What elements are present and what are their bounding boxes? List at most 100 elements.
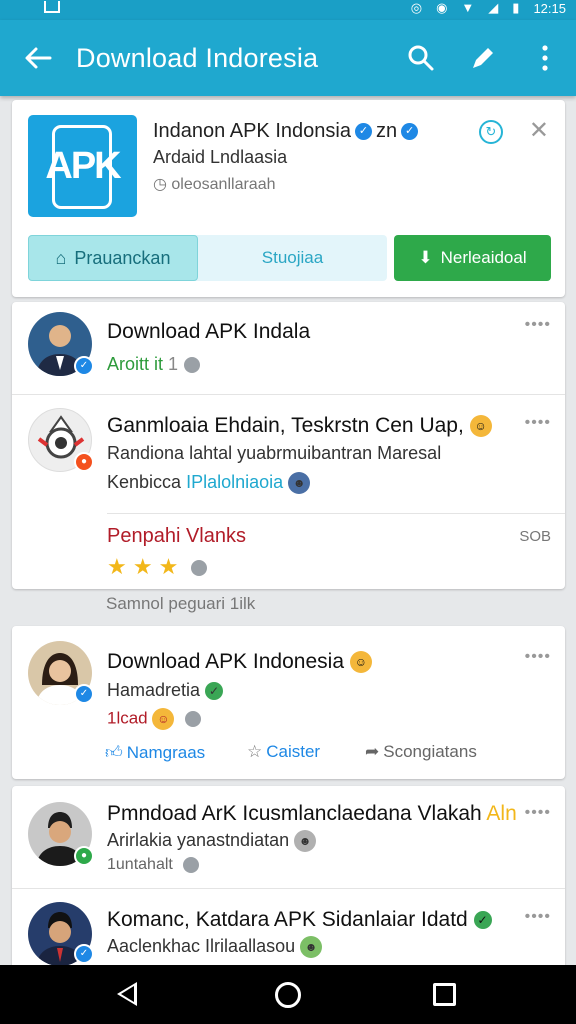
close-icon[interactable]: ✕	[529, 116, 549, 145]
search-icon[interactable]	[390, 20, 452, 96]
share-icon[interactable]: ↻	[479, 120, 503, 144]
back-arrow-icon[interactable]	[0, 20, 76, 96]
post-title[interactable]: Download APK Indala	[107, 320, 310, 344]
smile-emoji-icon: ☺	[349, 651, 372, 674]
battery-icon: ▮	[512, 0, 520, 15]
post-count: 1lcad ☺	[107, 708, 202, 730]
post-meta-text: Aroitt it	[107, 354, 164, 374]
post-highlight[interactable]: Penpahi Vlanks	[107, 525, 246, 548]
rating-stars: ★ ★ ★	[107, 554, 207, 580]
verified-icon: ✓	[354, 123, 372, 140]
globe-icon	[185, 711, 202, 727]
divider	[12, 394, 565, 395]
post-text-line: Aaclenkhac Ilrilaallasou	[107, 936, 296, 956]
post-text: Kenbicca IPlalolniaoia ☻	[107, 472, 311, 495]
bell-icon: ⌂	[55, 247, 67, 268]
post-title-text: Pmndoad ArK Icusmlanclaedana Vlakah	[107, 802, 482, 825]
more-icon[interactable]: ••••	[525, 908, 551, 926]
more-icon[interactable]: ••••	[525, 804, 551, 822]
badge-icon: ●	[74, 452, 94, 472]
post-text-line: Arirlakia yanastndiatan	[107, 830, 290, 850]
post-title[interactable]: Download APK Indonesia ☺	[107, 650, 372, 674]
notification-icon	[44, 1, 60, 13]
leaf-icon: ✓	[473, 911, 492, 930]
smile-emoji-icon: ☺	[469, 415, 492, 438]
thumbs-up-icon: 👍︎	[105, 743, 123, 762]
app-info-card: APK Indanon APK Indonsia ✓ zn ✓ Ardaid L…	[12, 100, 565, 297]
app-meta-text: oleosanllaraah	[171, 176, 276, 193]
post-title[interactable]: Ganmloaia Ehdain, Teskrstn Cen Uap, ☺	[107, 414, 492, 438]
tab-bar: ⌂ Prauanckan Stuojiaa	[28, 235, 387, 281]
apk-logo-icon: APK	[28, 115, 137, 217]
edit-icon[interactable]	[452, 20, 514, 96]
share-button[interactable]: ➦ Scongiatans	[365, 742, 477, 762]
vibrate-icon: ◎	[410, 0, 423, 15]
status-time: 12:15	[533, 0, 566, 16]
verified-icon: ✓	[401, 123, 419, 140]
post-title-text: Komanc, Katdara APK Sidanlaiar Idatd	[107, 908, 468, 931]
nav-home-icon[interactable]	[275, 982, 301, 1008]
share-label: Scongiatans	[383, 742, 477, 761]
more-icon[interactable]: ••••	[525, 648, 551, 666]
divider	[12, 888, 565, 889]
globe-icon	[184, 357, 201, 374]
app-name-suffix: zn	[375, 120, 398, 142]
post-meta-text: Hamadretia	[107, 680, 201, 700]
post-meta-text: 1untahalt	[107, 856, 173, 873]
post-title[interactable]: Komanc, Katdara APK Sidanlaiar Idatd ✓	[107, 908, 492, 932]
favorite-label: Caister	[266, 742, 321, 761]
wifi-icon: ▼	[461, 0, 475, 15]
post-title[interactable]: Pmndoad ArK Icusmlanclaedana Vlakah Aln	[107, 802, 517, 826]
app-name: Indanon APK Indonsia ✓ zn ✓	[153, 120, 419, 143]
tab-active-label: Prauanckan	[74, 247, 171, 268]
post-title-text: Ganmloaia Ehdain, Teskrstn Cen Uap,	[107, 414, 464, 437]
download-button[interactable]: ⬇ Nerleaidoal	[394, 235, 551, 281]
face-emoji-icon: ☻	[294, 830, 317, 853]
post-meta: Hamadretia ✓	[107, 680, 224, 701]
download-button-label: Nerleaidoal	[440, 248, 527, 267]
app-subtitle: Ardaid Lndlaasia	[153, 147, 288, 167]
more-icon[interactable]: ••••	[525, 316, 551, 334]
navigation-bar	[0, 965, 576, 1024]
post-title-text: Download APK Indonesia	[107, 650, 344, 673]
tab-inactive[interactable]: Stuojiaa	[198, 235, 387, 281]
app-meta: ◷ oleosanllaraah	[153, 176, 276, 193]
badge-icon: ●	[74, 846, 94, 866]
post-count: 1	[168, 354, 179, 374]
app-name-text: Indanon APK Indonsia	[153, 120, 351, 142]
alarm-icon: ◉	[436, 0, 448, 15]
nav-back-inner	[121, 986, 134, 1002]
star-icon: ☆	[247, 742, 263, 761]
status-icons: ◎ ◉ ▼ ◢ ▮ 12:15	[411, 0, 566, 16]
post-text: Randiona lahtal yuabrmuibantran Maresal	[107, 443, 442, 463]
status-bar: ◎ ◉ ▼ ◢ ▮ 12:15	[0, 0, 576, 20]
signal-icon: ◢	[488, 0, 499, 15]
post-side-value: SOB	[519, 528, 551, 545]
badge-icon: ✓	[74, 944, 94, 964]
nav-recents-icon[interactable]	[433, 983, 456, 1006]
more-icon[interactable]: ••••	[525, 414, 551, 432]
info-icon	[190, 560, 207, 577]
tab-active[interactable]: ⌂ Prauanckan	[28, 235, 198, 281]
post-meta: 1untahalt	[107, 856, 200, 874]
post-link[interactable]: IPlalolniaoia	[186, 472, 283, 492]
post-count-text: 1lcad	[107, 708, 148, 728]
globe-icon	[183, 856, 200, 873]
face-emoji-icon: ☻	[300, 936, 323, 959]
like-button[interactable]: 👍︎ Namgraas	[105, 742, 205, 763]
post-meta: Aroitt it 1	[107, 354, 201, 375]
face-emoji-icon: ☻	[288, 472, 311, 495]
feed-card: ● Pmndoad ArK Icusmlanclaedana Vlakah Al…	[12, 786, 565, 971]
post-text-prefix: Kenbicca	[107, 472, 182, 492]
download-icon: ⬇	[418, 248, 433, 267]
smile-emoji-icon: ☺	[152, 708, 175, 730]
favorite-button[interactable]: ☆ Caister	[247, 742, 320, 762]
section-label: Samnol peguari 1ilk	[106, 594, 256, 613]
post-text: Arirlakia yanastndiatan ☻	[107, 830, 317, 853]
share-arrow-icon: ➦	[365, 742, 380, 761]
post-title-suffix: Aln	[486, 802, 517, 825]
feed-card: ✓ Download APK Indala Aroitt it 1 •••• ●…	[12, 302, 565, 589]
like-label: Namgraas	[126, 742, 206, 762]
more-options-icon[interactable]	[514, 20, 576, 96]
badge-icon: ✓	[74, 684, 94, 704]
